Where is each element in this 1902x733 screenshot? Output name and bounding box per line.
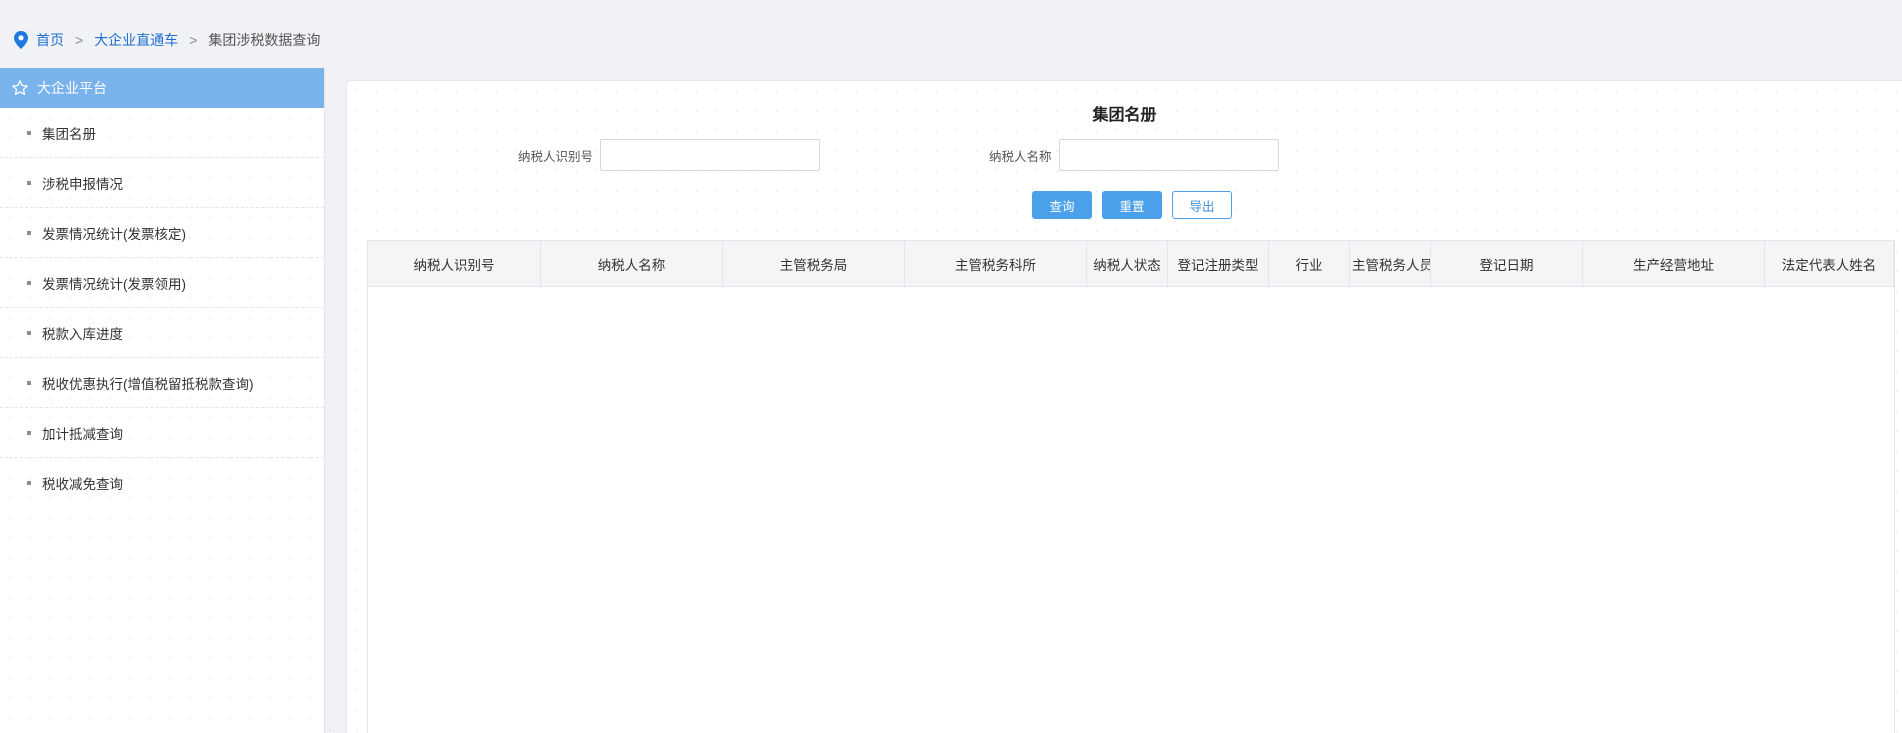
sidebar-item-invoice-approval[interactable]: 发票情况统计(发票核定)	[0, 208, 324, 258]
bullet-icon	[27, 330, 31, 335]
results-table: 纳税人识别号 纳税人名称 主管税务局 主管税务科所 纳税人状态 登记注册类型 行…	[367, 240, 1895, 733]
search-form: 纳税人识别号 纳税人名称	[347, 139, 1902, 171]
column-header-industry[interactable]: 行业	[1269, 241, 1350, 286]
column-header-tax-bureau[interactable]: 主管税务局	[723, 241, 905, 286]
bullet-icon	[27, 430, 31, 435]
sidebar-item-tax-incentive[interactable]: 税收优惠执行(增值税留抵税款查询)	[0, 358, 324, 408]
bullet-icon	[27, 180, 31, 185]
column-header-business-address[interactable]: 生产经营地址	[1583, 241, 1765, 286]
action-buttons: 查询 重置 导出	[347, 191, 1902, 219]
query-button[interactable]: 查询	[1032, 191, 1092, 219]
sidebar-item-label: 税收减免查询	[42, 477, 123, 492]
sidebar-item-label: 税收优惠执行(增值税留抵税款查询)	[42, 376, 254, 392]
column-header-registration-date[interactable]: 登记日期	[1431, 241, 1583, 286]
breadcrumb-home-link[interactable]: 首页	[36, 30, 64, 50]
sidebar-menu: 集团名册 涉税申报情况 发票情况统计(发票核定) 发票情况统计(发票领用) 税款…	[0, 108, 324, 508]
column-header-tax-officer[interactable]: 主管税务人员	[1350, 241, 1431, 286]
sidebar-item-tax-reduction[interactable]: 税收减免查询	[0, 458, 324, 508]
main-panel: 集团名册 纳税人识别号 纳税人名称 查询 重置 导出 纳税人识别号 纳税人名称 …	[346, 80, 1902, 733]
taxpayer-id-label: 纳税人识别号	[518, 149, 594, 164]
sidebar-item-label: 发票情况统计(发票核定)	[42, 226, 186, 242]
breadcrumb-separator: >	[189, 32, 198, 48]
table-body	[368, 287, 1894, 687]
bullet-icon	[27, 380, 31, 385]
column-header-taxpayer-id[interactable]: 纳税人识别号	[368, 241, 541, 286]
breadcrumb-separator: >	[75, 32, 84, 48]
sidebar: 大企业平台 集团名册 涉税申报情况 发票情况统计(发票核定) 发票情况统计(发票…	[0, 68, 325, 733]
bullet-icon	[27, 230, 31, 235]
column-header-tax-office[interactable]: 主管税务科所	[905, 241, 1087, 286]
star-icon	[11, 79, 29, 97]
bullet-icon	[27, 481, 31, 485]
sidebar-item-invoice-usage[interactable]: 发票情况统计(发票领用)	[0, 258, 324, 308]
taxpayer-name-field-group: 纳税人名称	[989, 139, 1279, 171]
reset-button[interactable]: 重置	[1102, 191, 1162, 219]
bullet-icon	[27, 280, 31, 285]
column-header-taxpayer-name[interactable]: 纳税人名称	[541, 241, 723, 286]
export-button[interactable]: 导出	[1172, 191, 1232, 219]
sidebar-item-tax-declaration[interactable]: 涉税申报情况	[0, 158, 324, 208]
sidebar-item-additional-deduction[interactable]: 加计抵减查询	[0, 408, 324, 458]
bullet-icon	[27, 130, 31, 135]
sidebar-header[interactable]: 大企业平台	[0, 68, 324, 108]
sidebar-title: 大企业平台	[37, 80, 107, 96]
taxpayer-name-label: 纳税人名称	[989, 149, 1052, 164]
taxpayer-name-input[interactable]	[1058, 139, 1279, 171]
column-header-legal-representative[interactable]: 法定代表人姓名	[1765, 241, 1894, 286]
breadcrumb-current: 集团涉税数据查询	[208, 32, 321, 48]
sidebar-item-label: 加计抵减查询	[42, 426, 123, 442]
page-title: 集团名册	[1092, 107, 1157, 124]
location-pin-icon	[14, 31, 28, 49]
sidebar-item-label: 集团名册	[42, 126, 96, 142]
column-header-taxpayer-status[interactable]: 纳税人状态	[1087, 241, 1168, 286]
taxpayer-id-input[interactable]	[600, 139, 821, 171]
sidebar-item-label: 税款入库进度	[42, 326, 123, 342]
sidebar-item-tax-payment-progress[interactable]: 税款入库进度	[0, 308, 324, 358]
column-header-registration-type[interactable]: 登记注册类型	[1168, 241, 1269, 286]
sidebar-item-label: 发票情况统计(发票领用)	[42, 276, 186, 292]
sidebar-item-group-roster[interactable]: 集团名册	[0, 108, 324, 158]
sidebar-item-label: 涉税申报情况	[42, 176, 123, 192]
taxpayer-id-field-group: 纳税人识别号	[518, 139, 821, 171]
breadcrumb-section-link[interactable]: 大企业直通车	[94, 30, 178, 50]
breadcrumb: 首页 > 大企业直通车 > 集团涉税数据查询	[14, 30, 320, 50]
table-header: 纳税人识别号 纳税人名称 主管税务局 主管税务科所 纳税人状态 登记注册类型 行…	[368, 241, 1894, 287]
